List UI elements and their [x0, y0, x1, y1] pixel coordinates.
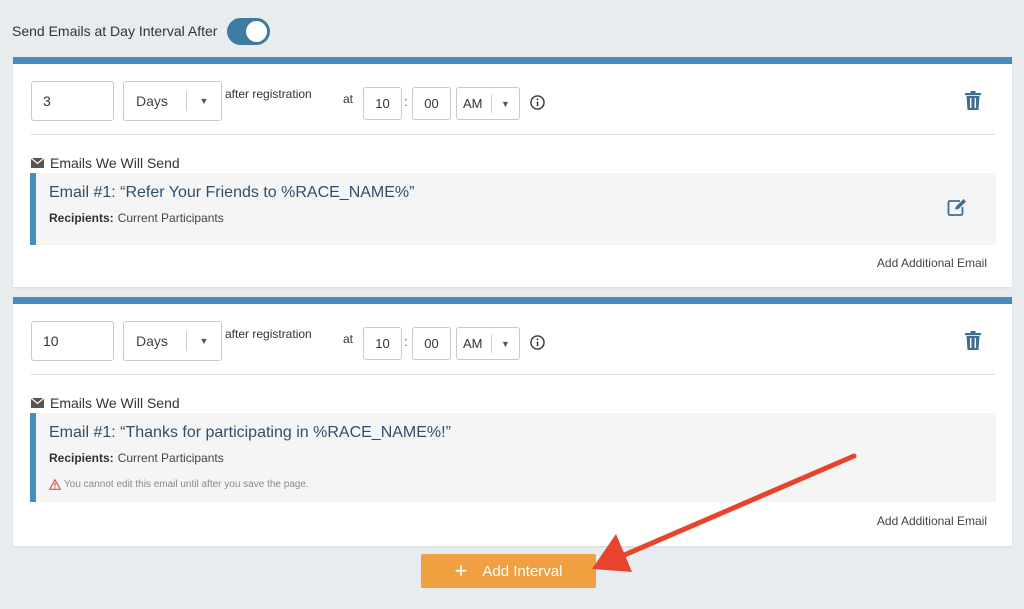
mail-icon: [31, 398, 44, 408]
edit-icon[interactable]: [947, 198, 967, 216]
minute-input[interactable]: 00: [412, 87, 451, 120]
email-item: Email #1: “Refer Your Friends to %RACE_N…: [30, 173, 996, 245]
recipients-value: Current Participants: [117, 451, 224, 465]
toggle-label: Send Emails at Day Interval After: [12, 23, 218, 39]
red-arrow-annotation: [592, 453, 857, 572]
recipients-label: Recipients:: [49, 451, 114, 465]
unit-select-value: Days: [136, 93, 168, 109]
emails-heading-text: Emails We Will Send: [50, 395, 180, 411]
interval-toggle-row: Send Emails at Day Interval After: [12, 17, 271, 45]
chevron-down-icon: ▼: [501, 98, 510, 109]
interval-card: 3 Days ▼ after registration at 10 : 00 A…: [13, 57, 1012, 287]
email-title: Email #1: “Thanks for participating in %…: [49, 424, 451, 441]
toggle-knob: [246, 20, 268, 42]
at-label: at: [343, 332, 354, 346]
ampm-select[interactable]: AM ▼: [456, 327, 520, 360]
day-interval-toggle[interactable]: [227, 17, 271, 45]
chevron-down-icon: ▼: [199, 96, 209, 106]
email-title: Email #1: “Refer Your Friends to %RACE_N…: [49, 184, 415, 201]
divider: [31, 374, 995, 375]
recipients-value: Current Participants: [117, 211, 224, 225]
hour-input[interactable]: 10: [363, 327, 402, 360]
interval-card: 10 Days ▼ after registration at 10 : 00 …: [13, 297, 1012, 546]
trash-icon[interactable]: [965, 91, 981, 110]
mail-icon: [31, 158, 44, 168]
time-colon: :: [404, 94, 408, 109]
ampm-value: AM: [463, 336, 483, 351]
at-label: at: [343, 92, 354, 106]
info-icon[interactable]: [530, 335, 545, 350]
emails-heading: Emails We Will Send: [31, 155, 180, 171]
edit-warning: You cannot edit this email until after y…: [49, 479, 309, 490]
unit-select-value: Days: [136, 333, 168, 349]
divider: [31, 134, 995, 135]
time-colon: :: [404, 334, 408, 349]
recipients-line: Recipients: Current Participants: [49, 451, 224, 465]
emails-heading-text: Emails We Will Send: [50, 155, 180, 171]
unit-select[interactable]: Days ▼: [123, 81, 222, 121]
hour-input[interactable]: 10: [363, 87, 402, 120]
days-input[interactable]: 10: [31, 321, 114, 361]
after-registration-label: after registration: [225, 327, 312, 341]
warning-icon: [49, 479, 61, 490]
info-icon[interactable]: [530, 95, 545, 110]
recipients-label: Recipients:: [49, 211, 114, 225]
minute-input[interactable]: 00: [412, 327, 451, 360]
days-input[interactable]: 3: [31, 81, 114, 121]
add-additional-email-link[interactable]: Add Additional Email: [877, 256, 987, 270]
add-additional-email-link[interactable]: Add Additional Email: [877, 514, 987, 528]
unit-select[interactable]: Days ▼: [123, 321, 222, 361]
chevron-down-icon: ▼: [199, 336, 209, 346]
add-interval-button[interactable]: + Add Interval: [421, 554, 596, 588]
recipients-line: Recipients: Current Participants: [49, 211, 224, 225]
warning-text: You cannot edit this email until after y…: [64, 479, 309, 490]
after-registration-label: after registration: [225, 87, 312, 101]
emails-heading: Emails We Will Send: [31, 395, 180, 411]
ampm-value: AM: [463, 96, 483, 111]
plus-icon: +: [454, 558, 468, 583]
ampm-select[interactable]: AM ▼: [456, 87, 520, 120]
trash-icon[interactable]: [965, 331, 981, 350]
add-interval-label: Add Interval: [482, 562, 563, 580]
chevron-down-icon: ▼: [501, 338, 510, 349]
